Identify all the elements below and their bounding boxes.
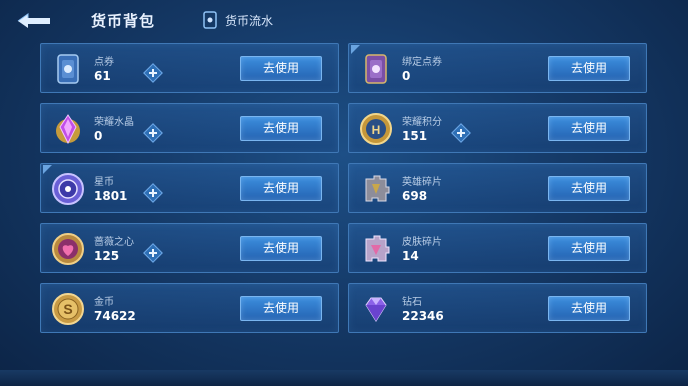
use-button[interactable]: 去使用 xyxy=(548,296,630,321)
currency-card-coupon: 点券 61 去使用 xyxy=(40,43,339,93)
diamond-icon xyxy=(365,297,387,322)
currency-value: 0 xyxy=(94,129,103,143)
back-arrow-icon[interactable] xyxy=(14,9,54,29)
currency-value: 74622 xyxy=(94,309,136,323)
currency-name: 钻石 xyxy=(402,297,422,308)
currency-flow-label: 货币流水 xyxy=(225,13,274,28)
use-button[interactable]: 去使用 xyxy=(240,116,322,141)
ledger-icon xyxy=(203,11,217,29)
currency-value: 14 xyxy=(402,249,419,263)
use-button[interactable]: 去使用 xyxy=(240,296,322,321)
add-button[interactable] xyxy=(143,63,163,83)
add-button[interactable] xyxy=(451,123,471,143)
currency-card-skin-fragment: 皮肤碎片 14 去使用 xyxy=(348,223,647,273)
add-button[interactable] xyxy=(143,183,163,203)
bottom-strip xyxy=(0,370,688,386)
currency-name: 金币 xyxy=(94,297,114,308)
currency-card-bound-coupon: 绑定点券 0 去使用 xyxy=(348,43,647,93)
currency-card-hero-fragment: 英雄碎片 698 去使用 xyxy=(348,163,647,213)
use-button[interactable]: 去使用 xyxy=(548,116,630,141)
rose-heart-icon xyxy=(52,233,84,265)
star-coin-icon xyxy=(52,173,84,205)
currency-card-glory-points: H 荣耀积分 151 去使用 xyxy=(348,103,647,153)
use-button[interactable]: 去使用 xyxy=(548,236,630,261)
currency-name: 蔷薇之心 xyxy=(94,237,134,248)
glory-crystal-icon xyxy=(56,114,80,145)
currency-name: 皮肤碎片 xyxy=(402,237,442,248)
glory-points-icon: H xyxy=(360,113,392,145)
currency-value: 61 xyxy=(94,69,111,83)
use-button[interactable]: 去使用 xyxy=(240,56,322,81)
currency-value: 1801 xyxy=(94,189,128,203)
currency-value: 698 xyxy=(402,189,428,203)
use-button[interactable]: 去使用 xyxy=(548,56,630,81)
add-button[interactable] xyxy=(143,123,163,143)
skin-fragment-icon xyxy=(365,235,390,262)
gold-coin-icon: S xyxy=(52,293,84,325)
top-bar: 货币背包 货币流水 xyxy=(0,0,688,38)
currency-name: 星币 xyxy=(94,177,114,188)
currency-value: 151 xyxy=(402,129,428,143)
currency-name: 荣耀积分 xyxy=(402,117,442,128)
bound-coupon-card-icon xyxy=(365,54,387,84)
currency-card-diamond: 钻石 22346 去使用 xyxy=(348,283,647,333)
currency-card-rose-heart: 蔷薇之心 125 去使用 xyxy=(40,223,339,273)
add-button[interactable] xyxy=(143,243,163,263)
currency-card-glory-crystal: 荣耀水晶 0 去使用 xyxy=(40,103,339,153)
currency-card-star-coin: 星币 1801 去使用 xyxy=(40,163,339,213)
use-button[interactable]: 去使用 xyxy=(240,236,322,261)
hero-fragment-icon xyxy=(365,175,390,202)
svg-text:S: S xyxy=(63,301,72,317)
use-button[interactable]: 去使用 xyxy=(240,176,322,201)
currency-value: 0 xyxy=(402,69,411,83)
page-title: 货币背包 xyxy=(91,12,156,30)
currency-name: 荣耀水晶 xyxy=(94,117,134,128)
currency-name: 英雄碎片 xyxy=(402,177,442,188)
currency-value: 22346 xyxy=(402,309,444,323)
currency-name: 绑定点券 xyxy=(402,57,442,68)
currency-value: 125 xyxy=(94,249,120,263)
currency-card-gold-coin: S 金币 74622 去使用 xyxy=(40,283,339,333)
svg-text:H: H xyxy=(372,123,381,137)
currency-name: 点券 xyxy=(94,57,114,68)
coupon-card-icon xyxy=(57,54,79,84)
currency-flow-button[interactable]: 货币流水 xyxy=(203,10,273,30)
use-button[interactable]: 去使用 xyxy=(548,176,630,201)
